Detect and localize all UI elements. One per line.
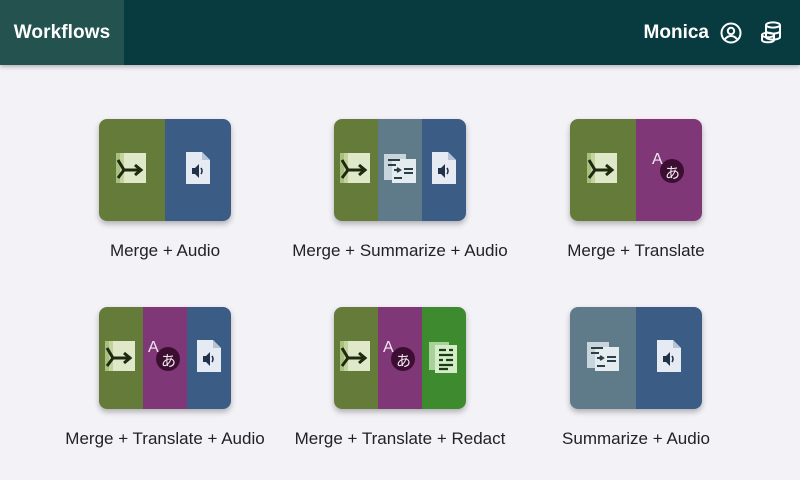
translate-segment: Aあ xyxy=(636,119,702,221)
redact-segment xyxy=(422,307,466,409)
summarize-segment xyxy=(378,119,422,221)
merge-segment xyxy=(99,307,143,409)
workflow-tile[interactable]: Aあ xyxy=(99,307,231,409)
workflow-tile[interactable] xyxy=(99,119,231,221)
svg-text:あ: あ xyxy=(665,164,680,182)
merge-icon xyxy=(336,148,376,193)
workflow-label: Merge + Translate xyxy=(567,241,705,260)
workflow-card[interactable]: A あ Merge + Translate + Redact xyxy=(280,307,520,449)
translate-icon: Aあ xyxy=(379,335,421,382)
redact-icon xyxy=(424,336,464,381)
workflow-label: Summarize + Audio xyxy=(562,429,710,448)
audio-segment xyxy=(165,119,231,221)
svg-text:A: A xyxy=(383,339,394,356)
audio-segment xyxy=(636,307,702,409)
workflow-label: Merge + Translate + Redact xyxy=(294,429,506,448)
audio-icon xyxy=(652,336,686,381)
workflow-grid: Merge + Audio Merge + Summarize + Audio A あ… xyxy=(0,0,800,480)
workflow-tile[interactable]: Aあ xyxy=(334,307,466,409)
translate-segment: Aあ xyxy=(143,307,187,409)
summarize-icon xyxy=(583,336,623,381)
merge-icon xyxy=(112,148,152,193)
summarize-icon xyxy=(380,148,420,193)
merge-segment xyxy=(570,119,636,221)
workflow-tile[interactable]: Aあ xyxy=(570,119,702,221)
translate-icon: Aあ xyxy=(144,335,186,382)
audio-icon xyxy=(427,148,461,193)
workflow-card[interactable]: Merge + Summarize + Audio xyxy=(280,119,520,261)
merge-icon xyxy=(336,336,376,381)
merge-segment xyxy=(99,119,165,221)
svg-text:A: A xyxy=(148,339,159,356)
translate-segment: Aあ xyxy=(378,307,422,409)
workflow-card[interactable]: A あ Merge + Translate xyxy=(516,119,756,261)
workflow-label: Merge + Summarize + Audio xyxy=(292,241,508,260)
workflow-card[interactable]: Merge + Audio xyxy=(45,119,285,261)
audio-segment xyxy=(187,307,231,409)
workflow-card[interactable]: Summarize + Audio xyxy=(516,307,756,449)
merge-segment xyxy=(334,307,378,409)
merge-icon xyxy=(583,148,623,193)
workflow-card[interactable]: A あ Merge + Translate + Audio xyxy=(45,307,285,449)
svg-text:あ: あ xyxy=(161,352,176,370)
summarize-segment xyxy=(570,307,636,409)
svg-text:あ: あ xyxy=(396,352,411,370)
workflow-tile[interactable] xyxy=(334,119,466,221)
svg-text:A: A xyxy=(652,151,663,168)
audio-icon xyxy=(192,336,226,381)
workflow-label: Merge + Translate + Audio xyxy=(65,429,265,448)
merge-segment xyxy=(334,119,378,221)
translate-icon: Aあ xyxy=(648,147,690,194)
audio-icon xyxy=(181,148,215,193)
workflow-tile[interactable] xyxy=(570,307,702,409)
merge-icon xyxy=(101,336,141,381)
workflow-label: Merge + Audio xyxy=(109,241,221,260)
audio-segment xyxy=(422,119,466,221)
